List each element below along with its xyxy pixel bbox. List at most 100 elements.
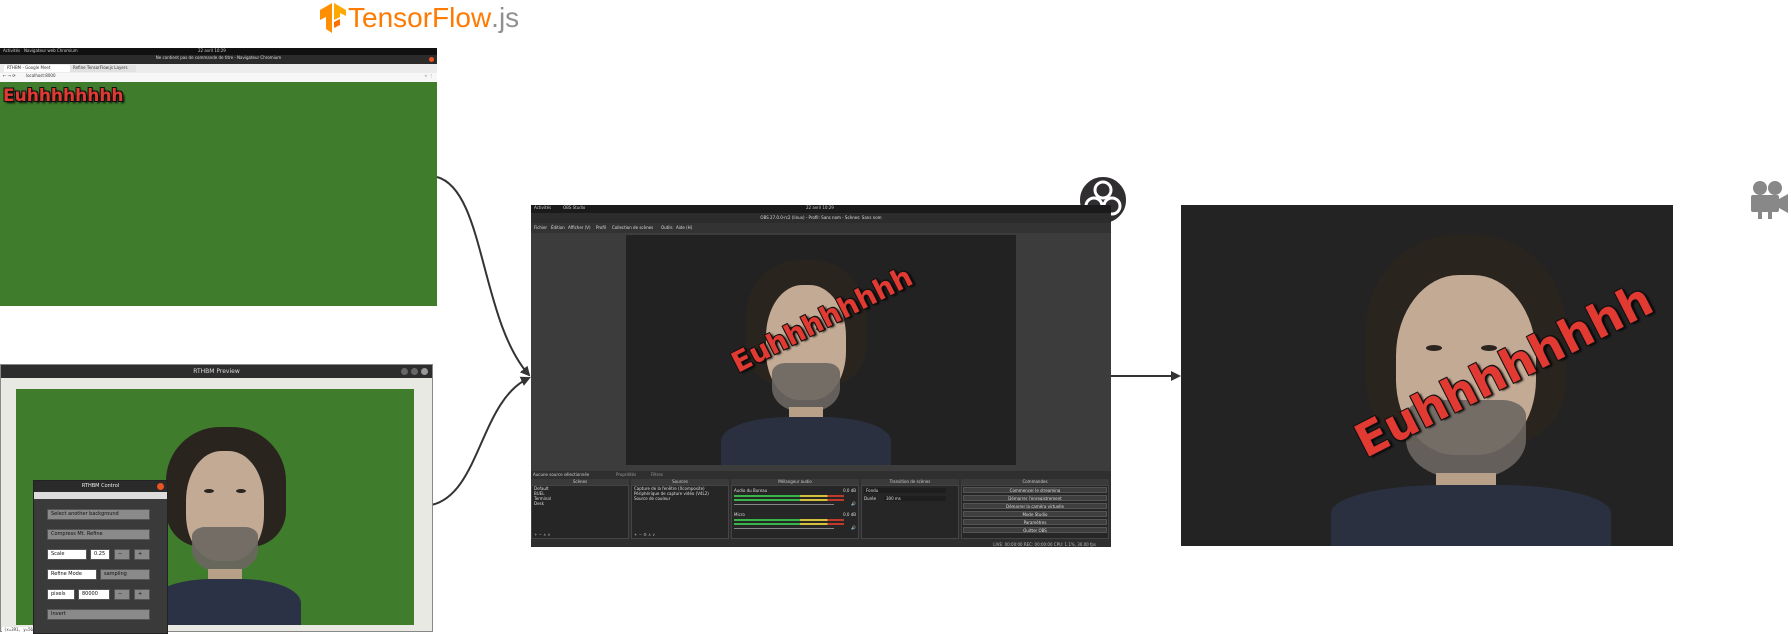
browser-toolbar-icons[interactable]: ☆ ⋮ [424,73,433,78]
obs-window-title: OBS 27.0.0-rc2 (linux) - Profil: Sans no… [760,215,882,220]
obs-status-bar: LIVE: 00:00:00 REC: 00:00:00 CPU: 1.1%, … [993,542,1096,547]
tensorflow-brand-text: TensorFlow [348,2,492,33]
browser-clock: 22 avril 10:29 [198,48,226,53]
maximize-icon[interactable] [411,368,418,375]
start-virtual-camera-button[interactable]: Démarrer la caméra virtuelle [963,503,1107,509]
obs-clock: 22 avril 10:29 [806,205,834,210]
refine-mode-label: Refine Mode [47,569,97,580]
exit-button[interactable]: Quitter OBS [963,527,1107,533]
settings-button[interactable]: Paramètres [963,519,1107,525]
transition-duration-field[interactable]: 300 ms [884,496,946,501]
audio-meter [734,519,844,521]
invert-button[interactable]: Invert [47,609,150,620]
person-shirt [151,579,301,625]
close-icon[interactable] [421,368,428,375]
properties-button[interactable]: Propriétés [616,472,636,477]
studio-mode-button[interactable]: Mode Studio [963,511,1107,517]
video-camera-icon [1751,181,1788,219]
close-icon[interactable] [429,57,434,62]
person-beard [772,363,840,413]
obs-title-bar: OBS 27.0.0-rc2 (linux) - Profil: Sans no… [531,213,1111,223]
volume-slider[interactable] [734,504,834,505]
scale-value-field[interactable]: 0.25 [90,549,110,560]
browser-tab-strip: RTHBM - Google Meet Refine TensorFlow.js… [0,64,437,73]
preview-title-bar: RTHBM Preview [1,365,432,378]
browser-overlay-text: Euhhhhhhhh [3,86,124,106]
arrow-preview-to-obs [430,376,531,506]
scenes-dock: Default BUEL Terminal Desk + − ∧ ∨ [531,485,629,539]
browser-app-label: Navigateur web Chromium [24,48,78,53]
close-icon[interactable] [157,483,164,490]
person-shirt [721,417,891,465]
control-title-bar: RTHBM Control [34,481,167,492]
arrow-browser-to-obs [436,176,531,377]
tensorflow-logo: TensorFlow .js [318,0,519,36]
select-background-button[interactable]: Select another background [47,509,150,520]
browser-tab-1[interactable]: RTHBM - Google Meet [4,65,70,72]
browser-window-title: Ne contient pas de commande de titre - N… [155,55,282,60]
scene-item[interactable]: Desk [532,501,628,506]
pixels-value-field[interactable]: 80000 [78,589,110,600]
speaker-icon[interactable]: 🔊 [851,525,856,530]
audio-mixer-dock: Audio du Bureau 0.0 dB 🔊 Micro 0.0 dB 🔊 [731,485,859,539]
menu-edit[interactable]: Édition [551,223,565,233]
browser-url[interactable]: localhost:8000 [26,73,55,78]
menu-scene-collection[interactable]: Collection de scènes [612,223,653,233]
speaker-icon[interactable]: 🔊 [851,501,856,506]
menu-help[interactable]: Aide (H) [676,223,692,233]
volume-slider[interactable] [734,528,834,529]
scale-label: Scale [47,549,87,560]
scale-plus-button[interactable]: + [134,549,150,560]
person-shirt [1331,485,1611,546]
menu-tools[interactable]: Outils [661,223,673,233]
mixer-channel-name: Audio du Bureau [734,488,768,493]
person-eye [1426,345,1442,351]
control-window-title: RTHBM Control [81,483,120,489]
no-source-selected-label: Aucune source sélectionnée [533,472,590,477]
source-item[interactable]: Source de couleur [632,496,728,501]
person-eye [204,489,214,493]
person-eye [236,489,246,493]
browser-title-bar: Ne contient pas de commande de titre - N… [0,55,437,64]
menu-profile[interactable]: Profil [596,223,606,233]
start-streaming-button[interactable]: Commencer le streaming [963,487,1107,493]
menu-file[interactable]: Fichier [534,223,547,233]
obs-docks-area: Aucune source sélectionnée Propriétés Fi… [531,471,1111,547]
control-menu-strip [34,492,167,499]
obs-preview-canvas: Euhhhhhhhh [626,235,1016,465]
activities-label[interactable]: Activités [3,48,20,53]
transition-duration-label: Durée [864,496,877,501]
scene-add-remove-icons[interactable]: + − ∧ ∨ [534,532,550,537]
obs-app-label: OBS Studio [563,205,586,210]
audio-meter [734,523,844,525]
mixer-channel-name: Micro [734,512,745,517]
source-add-remove-icons[interactable]: + − ⚙ ∧ ∨ [634,532,655,537]
pixels-minus-button[interactable]: − [114,589,130,600]
obs-window: Activités OBS Studio 22 avril 10:29 OBS … [531,205,1111,547]
obs-menu-bar: Fichier Édition Afficher (V) Profil Coll… [531,223,1111,233]
obs-system-bar: Activités OBS Studio 22 avril 10:29 [531,205,1111,213]
control-panel-window: RTHBM Control Select another background … [33,480,168,634]
browser-screenshot: Activités Navigateur web Chromium 22 avr… [0,48,437,306]
minimize-icon[interactable] [401,368,408,375]
browser-tab-2[interactable]: Refine TensorFlow.js Layers [70,65,136,72]
controls-dock: Commencer le streaming Démarrer l'enregi… [961,485,1109,539]
person-beard [192,527,258,573]
mixer-channel-level: 0.0 dB [843,488,856,493]
activities-label[interactable]: Activités [534,205,551,210]
scale-minus-button[interactable]: − [114,549,130,560]
filters-button[interactable]: Filtres [651,472,663,477]
refine-mode-select[interactable]: sampling [100,569,150,580]
compress-refine-button[interactable]: Compress Mt. Refine [47,529,150,540]
transitions-dock: Fondu Durée 300 ms [861,485,959,539]
tensorflow-logo-icon [320,3,346,33]
pixels-plus-button[interactable]: + [134,589,150,600]
menu-view[interactable]: Afficher (V) [568,223,591,233]
browser-system-bar: Activités Navigateur web Chromium 22 avr… [0,48,437,55]
start-recording-button[interactable]: Démarrer l'enregistrement [963,495,1107,501]
nav-buttons-icon[interactable]: ← → ⟳ [3,73,16,78]
preview-window-title: RTHBM Preview [193,368,240,375]
mixer-channel-level: 0.0 dB [843,512,856,517]
tensorflow-suffix-text: .js [491,2,520,33]
transition-type-select[interactable]: Fondu [864,488,946,493]
